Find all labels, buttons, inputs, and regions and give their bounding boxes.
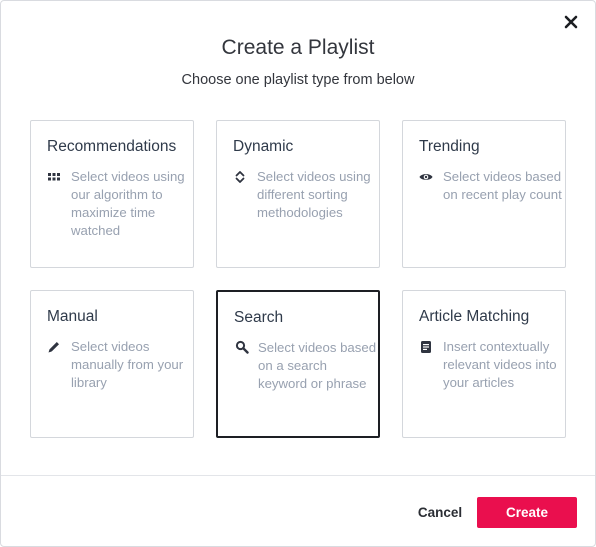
create-button[interactable]: Create <box>477 497 577 528</box>
modal-subtitle: Choose one playlist type from below <box>181 72 415 88</box>
grid-icon <box>47 170 61 184</box>
card-title: Recommendations <box>47 138 177 155</box>
pencil-icon <box>47 340 61 354</box>
search-icon <box>235 340 249 354</box>
card-article-matching[interactable]: Article Matching Insert contextually rel… <box>402 290 566 438</box>
card-description: Select videos manually from your library <box>71 339 184 390</box>
modal-title: Create a Playlist <box>221 36 375 59</box>
card-recommendations[interactable]: Recommendations Select videos using our … <box>30 120 194 268</box>
card-title: Trending <box>419 138 480 155</box>
close-icon <box>564 15 578 29</box>
card-manual[interactable]: Manual Select videos manually from your … <box>30 290 194 438</box>
card-description: Select videos using our algorithm to max… <box>71 169 185 238</box>
footer-divider <box>1 475 595 476</box>
card-description: Select videos based on a search keyword … <box>258 340 377 391</box>
card-search[interactable]: Search Select videos based on a search k… <box>216 290 380 438</box>
card-title: Dynamic <box>233 138 294 155</box>
cancel-button[interactable]: Cancel <box>409 501 471 525</box>
card-title: Search <box>234 309 284 326</box>
document-icon <box>419 340 433 354</box>
card-dynamic[interactable]: Dynamic Select videos using different so… <box>216 120 380 268</box>
card-description: Insert contextually relevant videos into… <box>443 339 557 390</box>
close-button[interactable] <box>562 13 580 31</box>
sort-icon <box>233 170 247 184</box>
create-playlist-modal: Create a Playlist Choose one playlist ty… <box>0 0 596 547</box>
card-trending[interactable]: Trending Select videos based on recent p… <box>402 120 566 268</box>
card-title: Manual <box>47 308 98 325</box>
eye-icon <box>419 170 433 184</box>
card-title: Article Matching <box>419 308 530 325</box>
card-description: Select videos based on recent play count <box>443 169 562 202</box>
card-description: Select videos using different sorting me… <box>257 169 371 220</box>
